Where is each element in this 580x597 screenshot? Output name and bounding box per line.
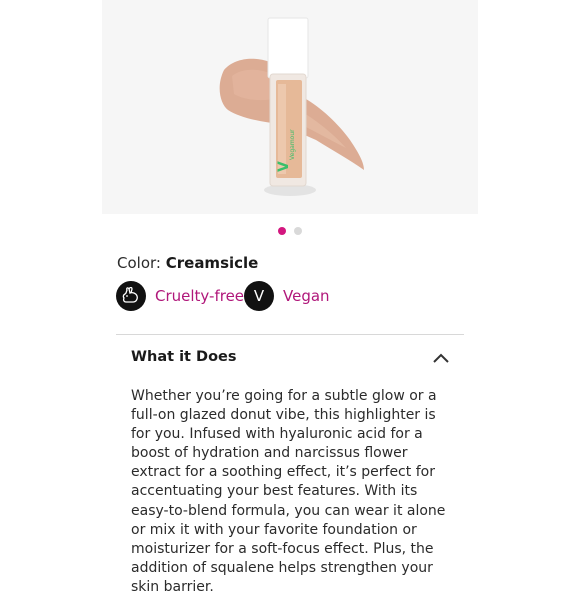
attribute-label-cruelty-free: Cruelty-free bbox=[155, 287, 245, 305]
color-selection: Color: Creamsicle bbox=[117, 254, 258, 272]
vegan-v-icon: V bbox=[244, 281, 274, 311]
attribute-label-vegan: Vegan bbox=[283, 287, 330, 305]
carousel-dots bbox=[0, 227, 580, 235]
carousel-dot-2[interactable] bbox=[294, 227, 302, 235]
brand-logo-subtext: Vegamour bbox=[289, 129, 296, 160]
product-image[interactable]: V Vegamour bbox=[102, 0, 478, 214]
accordion-description: Whether you’re going for a subtle glow o… bbox=[131, 388, 446, 595]
color-value: Creamsicle bbox=[165, 254, 259, 272]
section-divider bbox=[116, 334, 464, 335]
chevron-up-icon[interactable] bbox=[432, 352, 450, 364]
carousel-dot-1[interactable] bbox=[278, 227, 286, 235]
highlighter-product-illustration: V Vegamour bbox=[219, 17, 364, 196]
accordion-title[interactable]: What it Does bbox=[131, 349, 237, 365]
attribute-cruelty-free[interactable]: Cruelty-free bbox=[116, 281, 244, 311]
brand-logo-text: V bbox=[276, 161, 292, 172]
bunny-icon bbox=[116, 281, 146, 311]
color-label: Color: bbox=[117, 254, 161, 272]
attribute-vegan[interactable]: V Vegan bbox=[244, 281, 330, 311]
